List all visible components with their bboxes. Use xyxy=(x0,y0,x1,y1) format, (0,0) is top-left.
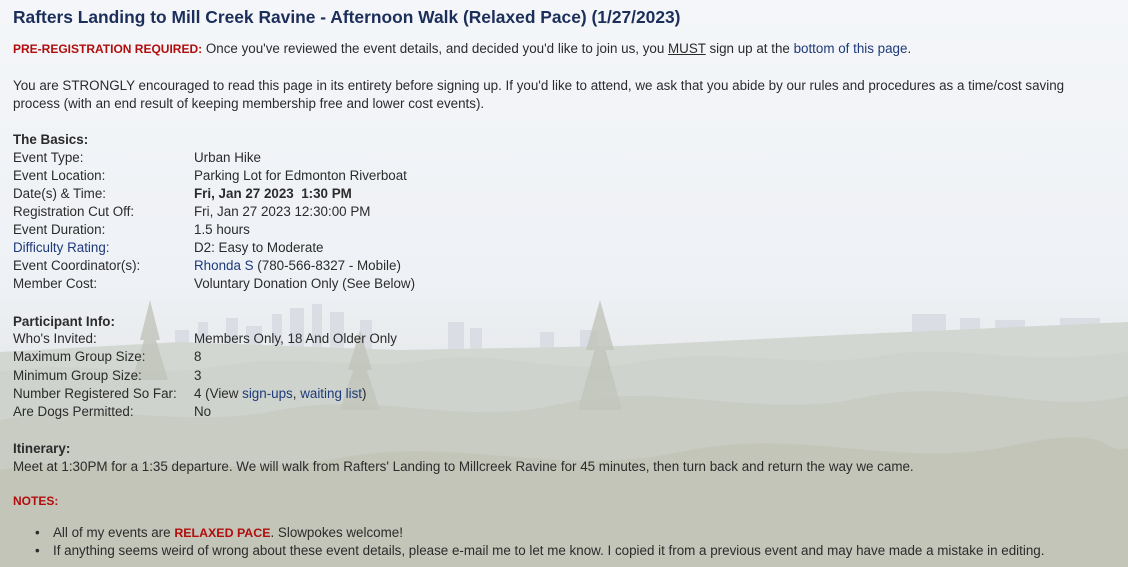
whos-invited-label: Who's Invited: xyxy=(13,331,97,346)
waiting-list-link[interactable]: waiting list xyxy=(300,386,362,401)
itinerary-text: Meet at 1:30PM for a 1:35 departure. We … xyxy=(13,459,914,474)
bullet-icon: • xyxy=(35,543,40,558)
list-item: • All of my events are RELAXED PACE. Slow… xyxy=(35,525,1044,543)
relaxed-pace-emphasis: RELAXED PACE xyxy=(174,526,271,540)
event-location-label: Event Location: xyxy=(13,168,106,183)
registered-label: Number Registered So Far: xyxy=(13,386,177,401)
itinerary-title: Itinerary: xyxy=(13,441,71,456)
registered-suffix: ) xyxy=(362,386,367,401)
coordinator-name-link[interactable]: Rhonda S xyxy=(194,258,254,273)
participant-info-title: Participant Info: xyxy=(13,314,115,329)
list-item: • If anything seems weird of wrong about … xyxy=(35,543,1044,561)
min-group-label: Minimum Group Size: xyxy=(13,368,142,383)
dogs-label: Are Dogs Permitted: xyxy=(13,404,134,419)
registered-count: 4 (View xyxy=(194,386,243,401)
registration-cutoff-label: Registration Cut Off: xyxy=(13,204,135,219)
preregistration-notice: PRE-REGISTRATION REQUIRED: Once you've r… xyxy=(13,41,911,56)
basics-title: The Basics: xyxy=(13,132,89,147)
coordinator-value: Rhonda S (780-566-8327 - Mobile) xyxy=(194,258,401,273)
member-cost-label: Member Cost: xyxy=(13,276,98,291)
whos-invited-value: Members Only, 18 And Older Only xyxy=(194,331,397,346)
bottom-of-page-link[interactable]: bottom of this page xyxy=(794,41,908,56)
registered-value: 4 (View sign-ups, waiting list) xyxy=(194,386,366,401)
prereg-text-middle: sign up at the xyxy=(705,41,794,56)
bullet-icon: • xyxy=(35,525,40,540)
page-title: Rafters Landing to Mill Creek Ravine - A… xyxy=(13,7,681,27)
note-2-text: If anything seems weird of wrong about t… xyxy=(53,543,1045,558)
registration-cutoff-value: Fri, Jan 27 2023 12:30:00 PM xyxy=(194,204,371,219)
signups-link[interactable]: sign-ups xyxy=(242,386,293,401)
event-type-value: Urban Hike xyxy=(194,150,261,165)
coordinator-label: Event Coordinator(s): xyxy=(13,258,141,273)
date-time-value: Fri, Jan 27 2023 1:30 PM xyxy=(194,186,352,201)
notes-list: • All of my events are RELAXED PACE. Slow… xyxy=(35,525,1044,561)
note-1-after: . Slowpokes welcome! xyxy=(270,525,403,540)
event-type-label: Event Type: xyxy=(13,150,84,165)
encouragement-paragraph: You are STRONGLY encouraged to read this… xyxy=(13,78,1065,111)
prereg-text-after: . xyxy=(907,41,912,56)
must-emphasis: MUST xyxy=(668,41,706,56)
prereg-text-before: Once you've reviewed the event details, … xyxy=(202,41,669,56)
coordinator-phone: (780-566-8327 - Mobile) xyxy=(253,258,401,273)
member-cost-value: Voluntary Donation Only (See Below) xyxy=(194,276,416,291)
max-group-value: 8 xyxy=(194,349,202,364)
difficulty-rating-link[interactable]: Difficulty Rating: xyxy=(13,240,110,255)
date-time-label: Date(s) & Time: xyxy=(13,186,107,201)
difficulty-value: D2: Easy to Moderate xyxy=(194,240,324,255)
min-group-value: 3 xyxy=(194,368,202,383)
note-1-before: All of my events are xyxy=(53,525,175,540)
max-group-label: Maximum Group Size: xyxy=(13,349,146,364)
dogs-value: No xyxy=(194,404,212,419)
preregistration-label: PRE-REGISTRATION REQUIRED: xyxy=(13,42,203,56)
event-duration-value: 1.5 hours xyxy=(194,222,250,237)
notes-title: NOTES: xyxy=(13,494,59,508)
event-location-value: Parking Lot for Edmonton Riverboat xyxy=(194,168,407,183)
event-duration-label: Event Duration: xyxy=(13,222,106,237)
